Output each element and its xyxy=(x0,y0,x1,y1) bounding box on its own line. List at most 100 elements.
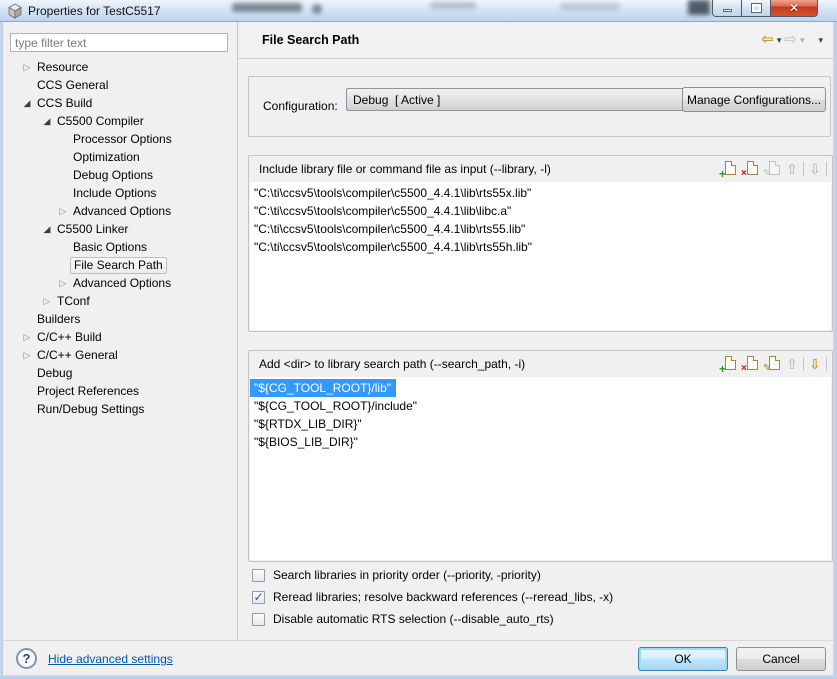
filter-input[interactable] xyxy=(10,33,228,52)
close-icon: ✕ xyxy=(788,1,800,15)
tree-item-ccs-general[interactable]: CCS General xyxy=(8,76,236,94)
expanded-twistie-icon[interactable]: ◢ xyxy=(40,220,54,238)
add-icon[interactable]: + xyxy=(719,160,737,180)
tree-item-label: Debug xyxy=(37,365,73,380)
include-library-header: Include library file or command file as … xyxy=(249,156,832,182)
tree-item-label: Debug Options xyxy=(73,167,154,182)
tree-item-builders[interactable]: Builders xyxy=(8,310,236,328)
delete-icon[interactable]: × xyxy=(741,160,759,179)
tree-item-label: Advanced Options xyxy=(73,203,172,218)
tree-item-resource[interactable]: ▷ Resource xyxy=(8,58,236,76)
background-window-artifact xyxy=(232,3,302,12)
forward-dropdown-icon: ▾ xyxy=(799,35,805,45)
collapsed-twistie-icon[interactable]: ▷ xyxy=(40,292,54,310)
tree-item-ccs-build[interactable]: ◢ CCS Build xyxy=(8,94,236,112)
properties-tree: ▷ Resource CCS General ◢ CCS Build ◢ C5500 Com… xyxy=(8,58,236,637)
tree-item-advanced-options[interactable]: ▷ Advanced Options xyxy=(8,274,236,292)
tree-item-label: Processor Options xyxy=(73,131,172,146)
linker-option-checkboxes: Search libraries in priority order (--pr… xyxy=(252,567,613,633)
configuration-value: Debug [ Active ] xyxy=(353,92,441,107)
checked-checkbox[interactable]: ✓ xyxy=(252,590,265,604)
checkbox-label: Search libraries in priority order (--pr… xyxy=(273,568,541,582)
checkbox-row[interactable]: Disable automatic RTS selection (--disab… xyxy=(252,611,613,627)
title-bar: Properties for TestC5517 ✕ xyxy=(0,0,837,22)
document-glyph xyxy=(747,161,758,175)
collapsed-twistie-icon[interactable]: ▷ xyxy=(20,58,34,76)
expanded-twistie-icon[interactable]: ◢ xyxy=(20,94,34,112)
list-item[interactable]: "${CG_TOOL_ROOT}/lib" xyxy=(250,379,397,397)
background-window-artifact xyxy=(312,4,322,14)
document-glyph xyxy=(725,161,736,175)
tree-item-c5500-linker[interactable]: ◢ C5500 Linker xyxy=(8,220,236,238)
tree-item-optimization[interactable]: Optimization xyxy=(8,148,236,166)
search-path-group: Add <dir> to library search path (--sear… xyxy=(248,350,833,562)
list-item[interactable]: "${CG_TOOL_ROOT}/include" xyxy=(250,397,831,415)
tree-item-basic-options[interactable]: Basic Options xyxy=(8,238,236,256)
properties-dialog: Properties for TestC5517 ✕ ▷ResourceCCS … xyxy=(0,0,837,679)
minimize-button[interactable] xyxy=(712,0,742,17)
back-arrow-icon[interactable]: ⇦ xyxy=(761,32,774,48)
tree-item-c-c-general[interactable]: ▷ C/C++ General xyxy=(8,346,236,364)
list-item[interactable]: "C:\ti\ccsv5\tools\compiler\c5500_4.4.1\… xyxy=(250,202,831,220)
add-icon[interactable]: + xyxy=(719,355,737,376)
tree-item-label: Optimization xyxy=(73,149,140,164)
maximize-button[interactable] xyxy=(742,0,771,17)
configuration-label: Configuration: xyxy=(263,99,338,113)
tree-item-label: CCS General xyxy=(37,77,109,92)
move-up-icon: ⇧ xyxy=(786,161,798,177)
collapsed-twistie-icon[interactable]: ▷ xyxy=(20,328,34,346)
tree-item-include-options[interactable]: Include Options xyxy=(8,184,236,202)
back-dropdown-icon[interactable]: ▾ xyxy=(777,32,782,48)
tree-item-label: C5500 Compiler xyxy=(57,113,144,128)
edit-icon[interactable]: ✎ xyxy=(763,355,781,374)
tree-item-label: File Search Path xyxy=(70,256,167,274)
tree-item-file-search-path[interactable]: File Search Path xyxy=(8,256,236,274)
edit-badge: ✎ xyxy=(763,363,772,374)
tree-item-label: CCS Build xyxy=(37,95,93,110)
cancel-button[interactable]: Cancel xyxy=(736,647,826,671)
include-library-list: "C:\ti\ccsv5\tools\compiler\c5500_4.4.1\… xyxy=(250,182,831,330)
move-down-icon[interactable]: ⇩ xyxy=(808,355,822,373)
view-menu-icon[interactable]: ▾ xyxy=(818,32,823,48)
unchecked-checkbox[interactable] xyxy=(252,568,265,582)
list-item[interactable]: "C:\ti\ccsv5\tools\compiler\c5500_4.4.1\… xyxy=(250,184,831,202)
list-item[interactable]: "C:\ti\ccsv5\tools\compiler\c5500_4.4.1\… xyxy=(250,220,831,238)
collapsed-twistie-icon[interactable]: ▷ xyxy=(20,346,34,364)
footer-separator xyxy=(0,640,837,641)
manage-configurations-button[interactable]: Manage Configurations... xyxy=(682,87,826,112)
tree-item-debug[interactable]: Debug xyxy=(8,364,236,382)
minimize-icon xyxy=(722,8,732,12)
collapsed-twistie-icon[interactable]: ▷ xyxy=(56,274,70,292)
include-library-group: Include library file or command file as … xyxy=(248,155,833,332)
list-item[interactable]: "C:\ti\ccsv5\tools\compiler\c5500_4.4.1\… xyxy=(250,238,831,256)
tree-item-label: Run/Debug Settings xyxy=(37,401,145,416)
tree-item-advanced-options[interactable]: ▷ Advanced Options xyxy=(8,202,236,220)
checkbox-row[interactable]: Search libraries in priority order (--pr… xyxy=(252,567,613,583)
close-button[interactable]: ✕ xyxy=(771,0,818,17)
hide-advanced-settings-link[interactable]: Hide advanced settings xyxy=(48,652,173,666)
toolbar-separator xyxy=(803,162,804,176)
tree-item-project-references[interactable]: Project References xyxy=(8,382,236,400)
collapsed-twistie-icon[interactable]: ▷ xyxy=(56,202,70,220)
toolbar-separator xyxy=(826,357,827,371)
ok-button[interactable]: OK xyxy=(638,647,728,671)
tree-item-tconf[interactable]: ▷ TConf xyxy=(8,292,236,310)
help-button[interactable]: ? xyxy=(16,648,37,669)
delete-icon[interactable]: × xyxy=(741,355,759,374)
tree-item-processor-options[interactable]: Processor Options xyxy=(8,130,236,148)
page-title: File Search Path xyxy=(262,33,360,47)
list-item[interactable]: "${BIOS_LIB_DIR}" xyxy=(250,433,831,451)
checkbox-row[interactable]: ✓ Reread libraries; resolve backward refe… xyxy=(252,589,613,605)
list-item[interactable]: "${RTDX_LIB_DIR}" xyxy=(250,415,831,433)
tree-item-debug-options[interactable]: Debug Options xyxy=(8,166,236,184)
tree-item-c5500-compiler[interactable]: ◢ C5500 Compiler xyxy=(8,112,236,130)
tree-item-run-debug-settings[interactable]: Run/Debug Settings xyxy=(8,400,236,418)
checkbox-label: Disable automatic RTS selection (--disab… xyxy=(273,612,554,626)
expanded-twistie-icon[interactable]: ◢ xyxy=(40,112,54,130)
search-path-title: Add <dir> to library search path (--sear… xyxy=(259,357,526,371)
tree-item-label: Include Options xyxy=(73,185,157,200)
search-path-toolbar: + × ✎ ⇧ ⇩ xyxy=(719,355,827,376)
tree-item-c-c-build[interactable]: ▷ C/C++ Build xyxy=(8,328,236,346)
unchecked-checkbox[interactable] xyxy=(252,612,265,626)
add-badge: + xyxy=(719,362,727,376)
